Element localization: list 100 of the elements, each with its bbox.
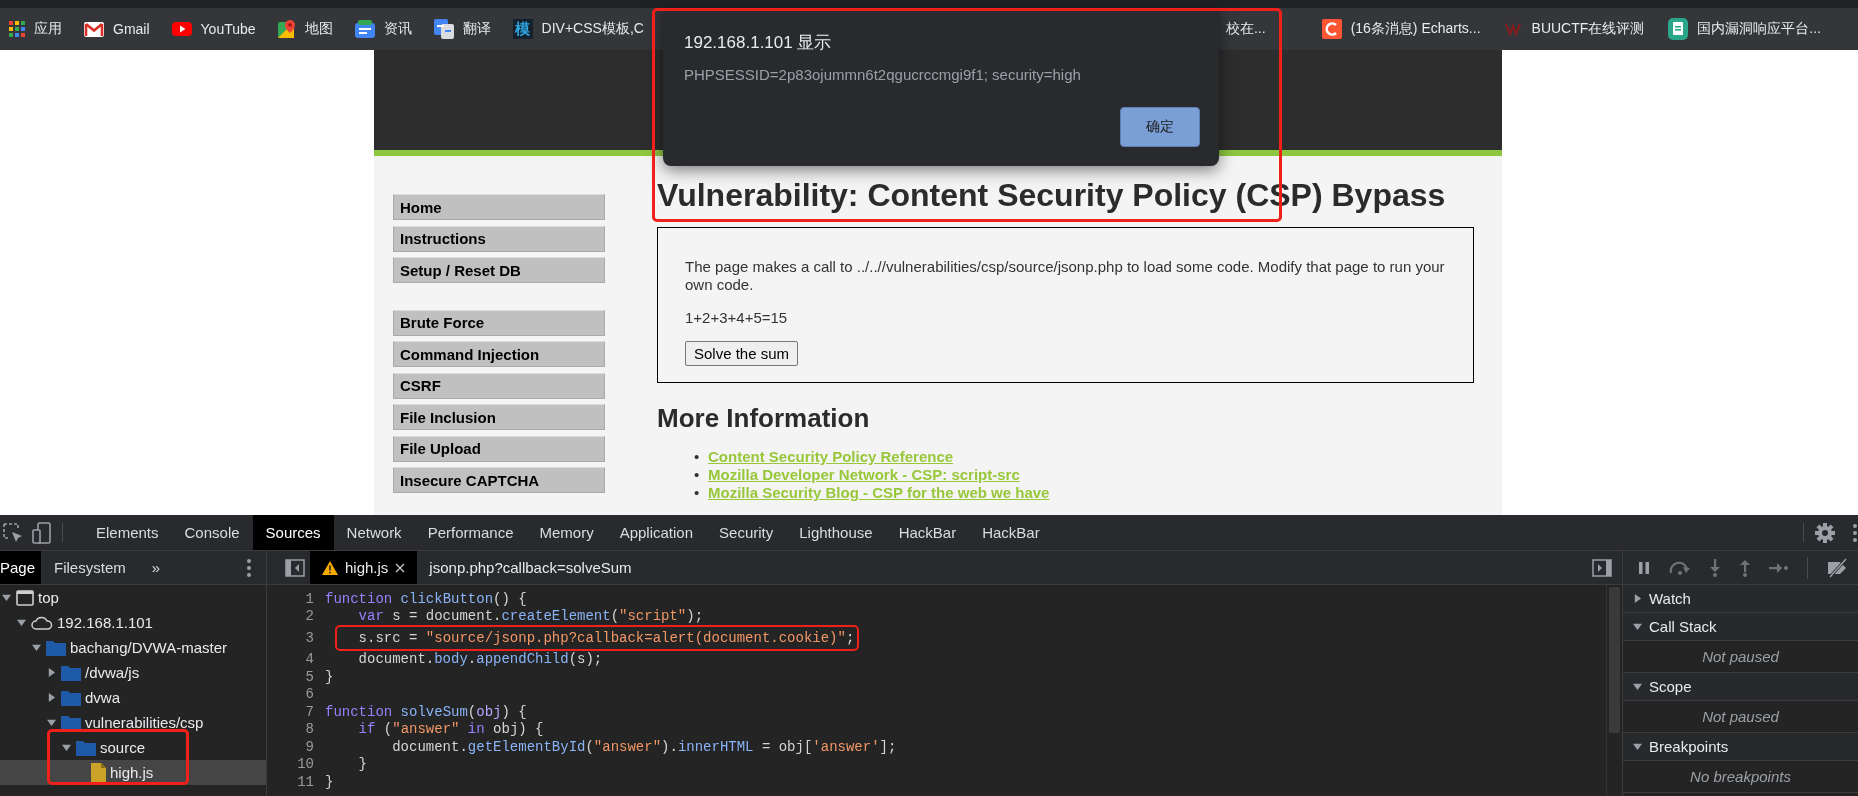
solve-button[interactable]: Solve the sum bbox=[685, 341, 799, 366]
bookmark[interactable]: 校在... bbox=[1220, 16, 1271, 42]
news-icon bbox=[354, 20, 375, 38]
line-number: 3 bbox=[304, 629, 314, 646]
devtools-tab[interactable]: HackBar bbox=[969, 515, 1053, 550]
tree-item[interactable]: /dvwa/js bbox=[0, 660, 266, 685]
code-line: var s = document.createElement("script"); bbox=[357, 608, 704, 625]
play-icon bbox=[171, 22, 192, 36]
folder-icon bbox=[61, 689, 81, 706]
menu-link[interactable]: Command Injection bbox=[393, 341, 605, 367]
editor-tab[interactable]: jsonp.php?callback=solveSum bbox=[417, 551, 644, 584]
bookmark[interactable]: YouTube bbox=[166, 17, 261, 41]
devtools-tab[interactable]: Memory bbox=[526, 515, 607, 550]
devtools-tab[interactable]: Application bbox=[606, 515, 707, 550]
editor-tab[interactable]: high.js bbox=[310, 551, 418, 584]
dialog-title: 192.168.1.101 显示 bbox=[684, 32, 833, 54]
caret-icon bbox=[46, 693, 56, 702]
status-text: No breakpoints bbox=[1690, 768, 1791, 785]
tree-item[interactable]: top bbox=[0, 585, 266, 610]
bookmark[interactable]: 地图 bbox=[272, 16, 338, 42]
tree-item[interactable]: source bbox=[0, 735, 266, 760]
menu-link[interactable]: Brute Force bbox=[393, 309, 605, 336]
deactivate-breakpoints-icon[interactable] bbox=[1826, 557, 1850, 578]
menu-link[interactable]: Instructions bbox=[393, 225, 605, 252]
translate-icon bbox=[433, 19, 454, 39]
line-number: 2 bbox=[304, 608, 314, 625]
devtools-tab[interactable]: Network bbox=[333, 515, 415, 550]
devtools-tab[interactable]: Elements bbox=[83, 515, 172, 550]
devtools-tab[interactable]: Console bbox=[171, 515, 253, 550]
close-icon[interactable] bbox=[395, 562, 406, 573]
code-line: } bbox=[325, 773, 334, 790]
menu-link[interactable]: Home bbox=[393, 194, 605, 220]
bookmark[interactable]: 模 DIV+CSS模板,C bbox=[507, 15, 649, 43]
step-icon[interactable] bbox=[1769, 561, 1789, 574]
intro-text: The page makes a call to ../..//vulnerabilities/csp/source/jsonp.php to load some code. Modify that page to run your own code. bbox=[685, 258, 1446, 294]
devtools-tab[interactable]: Security bbox=[706, 515, 787, 550]
tree-item[interactable]: dvwa bbox=[0, 685, 266, 710]
bookmark[interactable]: 国内漏洞响应平台... bbox=[1663, 14, 1826, 44]
devtools-tab[interactable]: Lighthouse bbox=[786, 515, 886, 550]
folder-icon bbox=[61, 664, 81, 681]
list-bullet: • bbox=[694, 484, 701, 502]
mail-icon bbox=[84, 21, 104, 37]
devtools-tab[interactable]: Performance bbox=[414, 515, 527, 550]
section-header[interactable]: Call Stack bbox=[1623, 613, 1858, 641]
bookmark[interactable]: BUUCTF在线评测 bbox=[1499, 16, 1650, 42]
more-tabs-button[interactable]: » bbox=[138, 551, 174, 584]
menu-link[interactable]: CSRF bbox=[393, 372, 605, 399]
line-number: 11 bbox=[296, 773, 314, 790]
code-line: function clickButton() { bbox=[325, 590, 527, 607]
bookmark[interactable]: 翻译 bbox=[428, 15, 496, 43]
bookmark[interactable]: 应用 bbox=[4, 16, 67, 42]
caret-icon bbox=[1, 593, 11, 602]
map-pin-icon bbox=[277, 20, 296, 38]
logo-icon bbox=[1504, 22, 1523, 36]
step-into-icon[interactable] bbox=[1709, 558, 1721, 577]
sum-text: 1+2+3+4+5=15 bbox=[685, 309, 789, 327]
menu-link[interactable]: Setup / Reset DB bbox=[393, 257, 605, 283]
caret-icon bbox=[46, 668, 56, 677]
section-heading: More Information bbox=[657, 403, 871, 433]
tree-item[interactable]: high.js bbox=[0, 760, 266, 785]
caret-icon bbox=[1633, 594, 1642, 603]
section-header[interactable]: Breakpoints bbox=[1623, 733, 1858, 761]
bookmark[interactable]: Gmail bbox=[79, 17, 155, 41]
status-text: Not paused bbox=[1702, 648, 1779, 665]
code-line: } bbox=[325, 668, 334, 685]
code-line: s.src = "source/jsonp.php?callback=alert(document.cookie)"; bbox=[357, 629, 855, 646]
section-header[interactable]: Scope bbox=[1623, 673, 1858, 701]
tree-item[interactable]: 192.168.1.101 bbox=[0, 610, 266, 635]
line-number: 10 bbox=[296, 756, 314, 773]
file-icon bbox=[91, 763, 106, 782]
menu-link[interactable]: File Inclusion bbox=[393, 404, 605, 430]
navigator-tab[interactable]: Page bbox=[0, 551, 42, 584]
menu-link[interactable]: File Upload bbox=[393, 435, 605, 462]
caret-icon bbox=[16, 618, 26, 627]
caret-icon bbox=[46, 718, 56, 727]
caret-icon bbox=[1633, 682, 1642, 691]
navigator-tab[interactable]: Filesystem bbox=[41, 551, 139, 584]
code-line: if ("answer" in obj) { bbox=[357, 721, 544, 738]
menu-link[interactable]: Insecure CAPTCHA bbox=[393, 467, 605, 493]
step-out-icon[interactable] bbox=[1739, 558, 1751, 577]
code-line: document.body.appendChild(s); bbox=[357, 651, 603, 668]
bookmark[interactable]: 资讯 bbox=[349, 16, 417, 42]
status-text: Not paused bbox=[1702, 708, 1779, 725]
bookmark-icon: 模 bbox=[512, 19, 533, 39]
ok-button[interactable]: 确定 bbox=[1120, 107, 1200, 147]
section-header[interactable]: Watch bbox=[1623, 585, 1858, 613]
list-bullet: • bbox=[694, 466, 701, 484]
bookmark[interactable]: (16条消息) Echarts... bbox=[1316, 15, 1486, 43]
logo-icon bbox=[1321, 19, 1342, 39]
devtools-tab[interactable]: Sources bbox=[252, 515, 334, 550]
list-bullet: • bbox=[694, 448, 701, 466]
apps-grid-icon bbox=[9, 21, 25, 37]
tree-item[interactable]: bachang/DVWA-master bbox=[0, 635, 266, 660]
tree-item[interactable]: vulnerabilities/csp bbox=[0, 710, 266, 735]
devtools-tab[interactable]: HackBar bbox=[885, 515, 970, 550]
line-number: 8 bbox=[304, 721, 314, 738]
pause-icon[interactable] bbox=[1637, 560, 1651, 575]
line-number: 1 bbox=[304, 590, 314, 607]
line-number: 9 bbox=[304, 738, 314, 755]
step-over-icon[interactable] bbox=[1669, 560, 1691, 575]
